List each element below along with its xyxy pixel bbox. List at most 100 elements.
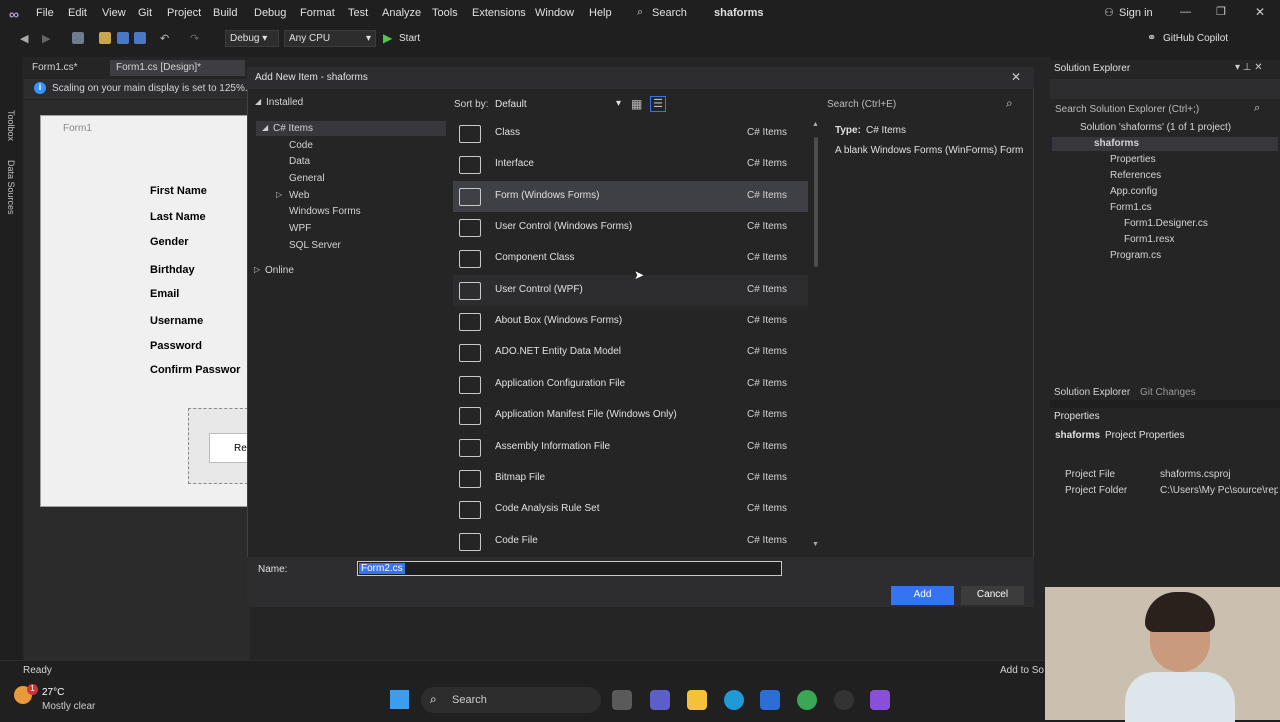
tree-windows-forms[interactable]: Windows Forms — [289, 206, 361, 217]
item-row[interactable]: Code Analysis Rule Set C# Items — [453, 494, 808, 525]
redo-icon[interactable]: ↷ — [190, 32, 202, 45]
label-gender[interactable]: Gender — [150, 236, 189, 248]
forward-icon[interactable]: ▶ — [42, 32, 54, 45]
tab-form1-design[interactable]: Form1.cs [Design]* — [110, 60, 245, 76]
name-input[interactable]: Form2.cs — [357, 561, 782, 576]
menu-debug[interactable]: Debug — [254, 7, 286, 19]
grid-view-icon[interactable]: ▦ — [631, 97, 642, 111]
se-references[interactable]: References — [1110, 170, 1161, 181]
item-row[interactable]: Form (Windows Forms) C# Items — [453, 180, 808, 212]
tab-form1-code[interactable]: Form1.cs* — [26, 60, 84, 76]
store-icon[interactable] — [760, 690, 780, 710]
status-right[interactable]: Add to So — [1000, 665, 1044, 676]
item-row[interactable]: Application Manifest File (Windows Only)… — [453, 400, 808, 431]
se-program[interactable]: Program.cs — [1110, 250, 1161, 261]
taskbar-search[interactable]: ⌕ Search — [421, 687, 601, 713]
tree-web[interactable]: Web — [289, 190, 309, 201]
add-button[interactable]: Add — [891, 586, 954, 605]
menu-search[interactable]: Search — [652, 7, 687, 19]
open-icon[interactable] — [99, 32, 111, 44]
item-row[interactable]: Component Class C# Items — [453, 243, 808, 274]
item-row[interactable]: Bitmap File C# Items — [453, 463, 808, 494]
panel-pin-icon[interactable]: ▾ ⊥ ✕ — [1235, 62, 1263, 73]
prop-value-0[interactable]: shaforms.csproj — [1160, 469, 1231, 480]
tree-csharp-items[interactable]: C# Items — [273, 123, 313, 134]
dialog-search-icon[interactable]: ⌕ — [1006, 96, 1013, 111]
se-form1-resx[interactable]: Form1.resx — [1124, 234, 1175, 245]
save-all-icon[interactable] — [134, 32, 146, 44]
item-row[interactable]: User Control (WPF) C# Items — [453, 274, 808, 306]
start-play-icon[interactable]: ▶ — [383, 31, 392, 45]
item-row[interactable]: Code File C# Items — [453, 526, 808, 557]
menu-window[interactable]: Window — [535, 7, 574, 19]
tree-installed[interactable]: Installed — [266, 97, 303, 108]
start-button[interactable]: Start — [399, 33, 420, 44]
tab-git-changes[interactable]: Git Changes — [1140, 387, 1196, 398]
start-menu-icon[interactable] — [390, 690, 409, 709]
list-view-icon[interactable]: ☰ — [650, 96, 666, 112]
edge-icon[interactable] — [724, 690, 744, 710]
menu-project[interactable]: Project — [167, 7, 201, 19]
se-project[interactable]: shaforms — [1094, 138, 1139, 149]
scroll-up-icon[interactable]: ▲ — [812, 121, 819, 128]
copilot-button[interactable]: GitHub Copilot — [1163, 33, 1228, 44]
menu-extensions[interactable]: Extensions — [472, 7, 526, 19]
expand-web-icon[interactable]: ▷ — [276, 190, 282, 199]
tree-general[interactable]: General — [289, 173, 325, 184]
item-row[interactable]: ADO.NET Entity Data Model C# Items — [453, 337, 808, 368]
list-scrollbar[interactable]: ▲ ▼ — [812, 121, 819, 550]
item-row[interactable]: About Box (Windows Forms) C# Items — [453, 306, 808, 337]
file-explorer-icon[interactable] — [687, 690, 707, 710]
tree-sql-server[interactable]: SQL Server — [289, 240, 341, 251]
minimize-icon[interactable]: — — [1180, 6, 1191, 18]
platform-dropdown[interactable]: Any CPU ▾ — [284, 30, 376, 47]
sign-in-link[interactable]: Sign in — [1119, 7, 1153, 19]
item-row[interactable]: Interface C# Items — [453, 149, 808, 180]
tree-wpf[interactable]: WPF — [289, 223, 311, 234]
expand-installed-icon[interactable]: ◢ — [255, 97, 261, 106]
se-solution[interactable]: Solution 'shaforms' (1 of 1 project) — [1080, 122, 1231, 133]
menu-format[interactable]: Format — [300, 7, 335, 19]
maximize-icon[interactable]: ❐ — [1216, 5, 1226, 18]
recorder-icon[interactable] — [834, 690, 854, 710]
item-row[interactable]: User Control (Windows Forms) C# Items — [453, 212, 808, 243]
register-button-selection[interactable]: Re — [188, 408, 249, 484]
new-project-icon[interactable] — [72, 32, 84, 44]
dialog-close-icon[interactable]: ✕ — [1011, 70, 1021, 84]
task-view-icon[interactable] — [612, 690, 632, 710]
data-sources-tab[interactable]: Data Sources — [6, 160, 16, 215]
teams-icon[interactable] — [650, 690, 670, 710]
label-confirm-password[interactable]: Confirm Passwor — [150, 364, 247, 376]
toolbox-tab[interactable]: Toolbox — [6, 110, 16, 141]
sort-dropdown[interactable]: Default ▾ — [492, 96, 625, 113]
chrome-icon[interactable] — [797, 690, 817, 710]
item-row[interactable]: Class C# Items — [453, 118, 808, 149]
label-first-name[interactable]: First Name — [150, 185, 207, 197]
menu-build[interactable]: Build — [213, 7, 237, 19]
tree-code[interactable]: Code — [289, 140, 313, 151]
menu-tools[interactable]: Tools — [432, 7, 458, 19]
item-row[interactable]: Assembly Information File C# Items — [453, 432, 808, 463]
label-email[interactable]: Email — [150, 288, 179, 300]
menu-view[interactable]: View — [102, 7, 126, 19]
tree-online[interactable]: Online — [265, 265, 294, 276]
menu-git[interactable]: Git — [138, 7, 152, 19]
save-icon[interactable] — [117, 32, 129, 44]
cancel-button[interactable]: Cancel — [961, 586, 1024, 605]
expand-online-icon[interactable]: ▷ — [254, 265, 260, 274]
scroll-down-icon[interactable]: ▼ — [812, 541, 819, 548]
expand-csharp-icon[interactable]: ◢ — [262, 123, 268, 132]
tab-solution-explorer[interactable]: Solution Explorer — [1054, 387, 1130, 398]
menu-help[interactable]: Help — [589, 7, 612, 19]
back-icon[interactable]: ◀ — [20, 32, 32, 45]
vs-logo-icon[interactable]: ∞ — [9, 6, 25, 22]
register-button[interactable]: Re — [209, 433, 249, 463]
se-form1-designer[interactable]: Form1.Designer.cs — [1124, 218, 1208, 229]
se-form1[interactable]: Form1.cs — [1110, 202, 1152, 213]
solution-search[interactable]: Search Solution Explorer (Ctrl+;) — [1055, 104, 1199, 115]
prop-value-1[interactable]: C:\Users\My Pc\source\rep — [1160, 485, 1278, 496]
se-properties[interactable]: Properties — [1110, 154, 1156, 165]
menu-analyze[interactable]: Analyze — [382, 7, 421, 19]
visual-studio-icon[interactable] — [870, 690, 890, 710]
label-birthday[interactable]: Birthday — [150, 264, 195, 276]
